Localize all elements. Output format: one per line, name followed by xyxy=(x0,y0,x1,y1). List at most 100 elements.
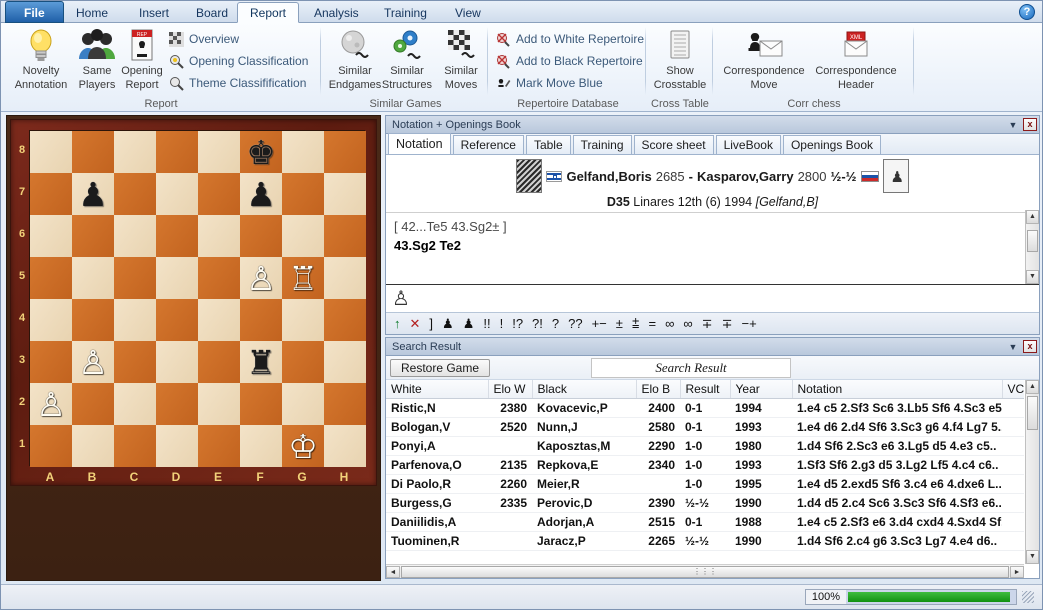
add-black-repertoire-button[interactable]: Add to Black Repertoire xyxy=(496,51,643,71)
square-h2[interactable] xyxy=(324,383,366,425)
square-d3[interactable] xyxy=(156,341,198,383)
annotation-symbol-10[interactable]: ?? xyxy=(568,316,582,331)
piece-p[interactable]: ♟ xyxy=(246,178,276,211)
square-g4[interactable] xyxy=(282,299,324,341)
square-a7[interactable] xyxy=(30,173,72,215)
column-header-year[interactable]: Year xyxy=(730,380,793,399)
square-f7[interactable]: ♟ xyxy=(240,173,282,215)
square-c2[interactable] xyxy=(114,383,156,425)
annotation-symbol-5[interactable]: !! xyxy=(483,316,490,331)
square-a5[interactable] xyxy=(30,257,72,299)
square-d8[interactable] xyxy=(156,131,198,173)
annotation-symbol-19[interactable]: −+ xyxy=(741,316,756,331)
theme-classification-button[interactable]: Theme Classifification xyxy=(169,73,306,93)
scrollbar-thumb[interactable] xyxy=(1027,396,1038,430)
piece-p[interactable]: ♟ xyxy=(78,178,108,211)
correspondence-move-button[interactable]: Correspondence Move xyxy=(719,27,809,91)
square-e7[interactable] xyxy=(198,173,240,215)
games-horizontal-scrollbar[interactable]: ◄ ⋮⋮⋮ ► xyxy=(386,564,1024,578)
square-b5[interactable] xyxy=(72,257,114,299)
tab-file[interactable]: File xyxy=(5,1,64,23)
annotation-symbol-17[interactable]: ∓ xyxy=(702,316,713,332)
tab-training[interactable]: Training xyxy=(371,2,440,23)
square-e5[interactable] xyxy=(198,257,240,299)
square-c3[interactable] xyxy=(114,341,156,383)
similar-endgames-button[interactable]: Similar Endgames xyxy=(327,27,383,91)
square-d2[interactable] xyxy=(156,383,198,425)
resize-grip[interactable] xyxy=(1022,591,1034,603)
show-crosstable-button[interactable]: Show Crosstable xyxy=(652,27,708,91)
tab-reference[interactable]: Reference xyxy=(452,135,524,154)
square-g8[interactable] xyxy=(282,131,324,173)
table-row[interactable]: Daniilidis,A Adorjan,A 2515 0-1 1988 1.e4 c5 … xyxy=(386,512,1024,532)
annotation-symbol-toolbar[interactable]: ↑ ✕] ♟ ♟!!!!??!??? +− ± ⩲ = ∞ ∞ ∓ ∓ −+ xyxy=(386,312,1039,334)
annotation-symbol-0[interactable]: ↑ xyxy=(394,316,401,331)
tab-training[interactable]: Training xyxy=(572,135,632,154)
tab-openings-book[interactable]: Openings Book xyxy=(782,135,882,154)
tab-score-sheet[interactable]: Score sheet xyxy=(633,135,714,154)
square-c8[interactable] xyxy=(114,131,156,173)
piece-P[interactable]: ♙ xyxy=(36,388,66,421)
square-f8[interactable]: ♚ xyxy=(240,131,282,173)
restore-game-button[interactable]: Restore Game xyxy=(390,358,491,377)
square-a8[interactable] xyxy=(30,131,72,173)
table-row[interactable]: Tuominen,R Jaracz,P 2265 ½-½ 1990 1.d4 Sf6 2.… xyxy=(386,531,1024,551)
games-table[interactable]: White Elo W Black Elo B Result Year Notation VC… xyxy=(386,380,1024,551)
annotation-symbol-2[interactable]: ] xyxy=(429,316,433,331)
table-row[interactable]: Burgess,G 2335 Perovic,D 2390 ½-½ 1990 1.d4 d5… xyxy=(386,493,1024,513)
annotation-symbol-7[interactable]: !? xyxy=(512,316,523,331)
scroll-up-button[interactable]: ▲ xyxy=(1026,210,1039,224)
tab-home[interactable]: Home xyxy=(63,2,121,23)
square-f5[interactable]: ♙ xyxy=(240,257,282,299)
annotation-symbol-1[interactable]: ✕ xyxy=(410,316,421,332)
novelty-annotation-button[interactable]: Novelty Annotation xyxy=(13,27,69,91)
chevron-down-icon[interactable]: ▼ xyxy=(1005,342,1021,352)
mark-move-blue-button[interactable]: Mark Move Blue xyxy=(496,73,603,93)
square-h6[interactable] xyxy=(324,215,366,257)
square-d7[interactable] xyxy=(156,173,198,215)
variation-line[interactable]: [ 42...Te5 43.Sg2± ] xyxy=(394,219,1031,234)
annotation-symbol-15[interactable]: ∞ xyxy=(665,316,674,331)
annotation-symbol-14[interactable]: = xyxy=(649,316,657,331)
tab-notation[interactable]: Notation xyxy=(388,133,451,154)
square-a1[interactable] xyxy=(30,425,72,467)
annotation-symbol-8[interactable]: ?! xyxy=(532,316,543,331)
square-d4[interactable] xyxy=(156,299,198,341)
square-e1[interactable] xyxy=(198,425,240,467)
square-g7[interactable] xyxy=(282,173,324,215)
scroll-up-button[interactable]: ▲ xyxy=(1026,380,1039,394)
square-g5[interactable]: ♖ xyxy=(282,257,324,299)
chessboard[interactable]: ♚ ♟ ♟ ♙ ♖ ♙ ♜ ♙ ♔ xyxy=(29,130,366,467)
add-white-repertoire-button[interactable]: Add to White Repertoire xyxy=(496,29,644,49)
notation-scrollbar[interactable]: ▲ ▼ xyxy=(1025,210,1039,284)
overview-button[interactable]: Overview xyxy=(169,29,239,49)
close-icon[interactable]: x xyxy=(1023,340,1037,353)
square-e3[interactable] xyxy=(198,341,240,383)
scroll-down-button[interactable]: ▼ xyxy=(1026,550,1039,564)
scroll-left-button[interactable]: ◄ xyxy=(386,565,400,578)
square-g6[interactable] xyxy=(282,215,324,257)
annotation-symbol-13[interactable]: ⩲ xyxy=(632,316,640,332)
square-g1[interactable]: ♔ xyxy=(282,425,324,467)
annotation-symbol-6[interactable]: ! xyxy=(500,316,504,331)
square-f1[interactable] xyxy=(240,425,282,467)
square-h4[interactable] xyxy=(324,299,366,341)
tab-report[interactable]: Report xyxy=(237,2,300,23)
table-row[interactable]: Parfenova,O 2135 Repkova,E 2340 1-0 1993 1.Sf3… xyxy=(386,455,1024,475)
tab-insert[interactable]: Insert xyxy=(126,2,182,23)
piece-P[interactable]: ♙ xyxy=(78,346,108,379)
square-a4[interactable] xyxy=(30,299,72,341)
mainline-moves[interactable]: 43.Sg2 Te2 xyxy=(394,238,1031,253)
table-row[interactable]: Ristic,N 2380 Kovacevic,P 2400 0-1 1994 1.e4 c… xyxy=(386,398,1024,418)
tab-board[interactable]: Board xyxy=(183,2,241,23)
square-b8[interactable] xyxy=(72,131,114,173)
similar-moves-button[interactable]: Similar Moves xyxy=(433,27,489,91)
notation-tabs[interactable]: Notation Reference Table Training Score shee… xyxy=(386,133,1039,155)
hscrollbar-thumb[interactable]: ⋮⋮⋮ xyxy=(401,565,1009,578)
piece-P[interactable]: ♙ xyxy=(246,262,276,295)
square-b3[interactable]: ♙ xyxy=(72,341,114,383)
annotation-symbol-18[interactable]: ∓ xyxy=(722,316,733,332)
square-c4[interactable] xyxy=(114,299,156,341)
column-header-elo-w[interactable]: Elo W xyxy=(488,380,533,399)
square-b2[interactable] xyxy=(72,383,114,425)
